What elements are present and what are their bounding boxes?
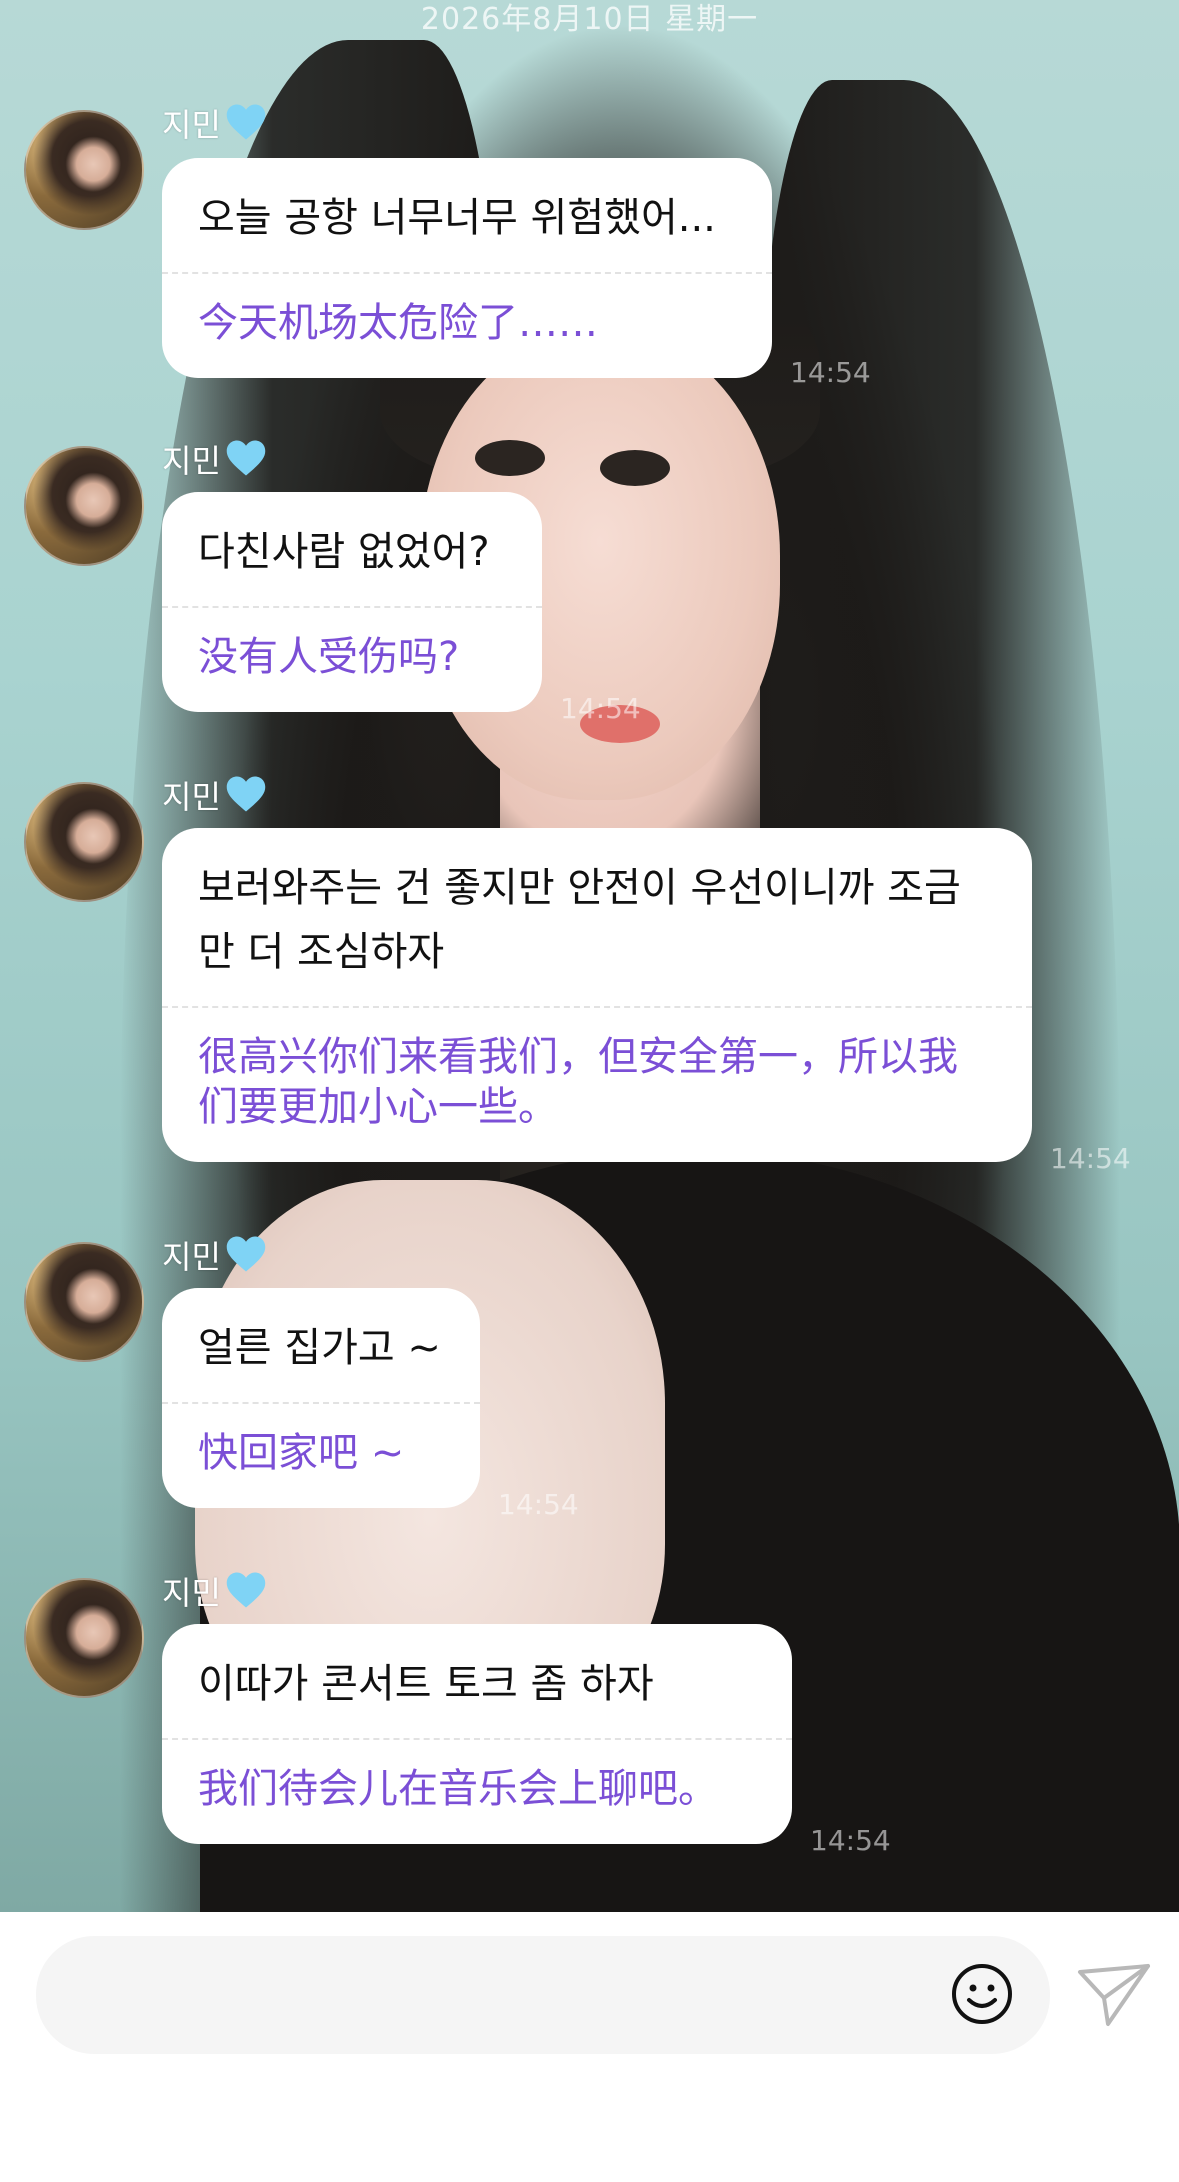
message-bubble[interactable]: 보러와주는 건 좋지만 안전이 우선이니까 조금만 더 조심하자 很高兴你们来看… [162,828,1032,1162]
sender-name: 지민 [162,1568,267,1614]
wallpaper-eye-right [600,450,670,486]
smiley-face-icon[interactable] [950,1962,1014,2026]
wallpaper-eye-left [475,440,545,476]
sender-name: 지민 [162,772,267,818]
light-blue-heart-icon [226,776,266,812]
message-text-translation: 很高兴你们来看我们，但安全第一，所以我们要更加小心一些。 [198,1034,958,1130]
message-text-korean: 이따가 콘서트 토크 좀 하자 [198,1661,654,1707]
light-blue-heart-icon [226,1236,266,1272]
sender-name: 지민 [162,1232,267,1278]
light-blue-heart-icon [226,104,266,140]
sender-name-label: 지민 [162,106,221,144]
avatar[interactable] [24,446,144,566]
sender-name-label: 지민 [162,1574,221,1612]
sender-name-label: 지민 [162,1238,221,1276]
message-input[interactable] [36,1936,1050,2054]
message-text-korean: 다친사람 없었어? [198,529,490,575]
message-bubble[interactable]: 이따가 콘서트 토크 좀 하자 我们待会儿在音乐会上聊吧。 [162,1624,792,1844]
sender-name: 지민 [162,436,267,482]
message-bubble[interactable]: 다친사람 없었어? 没有人受伤吗? [162,492,542,712]
chat-area[interactable]: 2026年8月10日 星期一 지민 오늘 공항 너무너무 위험했어... 今天机… [0,0,1179,1912]
message-text-translation: 快回家吧 ~ [198,1430,405,1476]
message-composer [0,1912,1179,2182]
avatar[interactable] [24,1578,144,1698]
light-blue-heart-icon [226,1572,266,1608]
message-bubble[interactable]: 오늘 공항 너무너무 위험했어... 今天机场太危险了…… [162,158,772,378]
message-text-korean: 오늘 공항 너무너무 위험했어... [198,195,716,241]
message-text-translation: 我们待会儿在音乐会上聊吧。 [198,1766,718,1812]
message-timestamp: 14:54 [790,356,871,389]
sender-name-label: 지민 [162,778,221,816]
message-text-korean: 보러와주는 건 좋지만 안전이 우선이니까 조금만 더 조심하자 [198,865,961,975]
message-timestamp: 14:54 [810,1824,891,1857]
message-text-translation: 没有人受伤吗? [198,634,460,680]
date-separator: 2026年8月10日 星期一 [420,2,759,37]
message-bubble[interactable]: 얼른 집가고 ~ 快回家吧 ~ [162,1288,480,1508]
message-timestamp: 14:54 [560,692,641,725]
message-timestamp: 14:54 [1050,1142,1131,1175]
message-text-translation: 今天机场太危险了…… [198,300,598,346]
paper-plane-send-icon[interactable] [1076,1962,1152,2028]
avatar[interactable] [24,1242,144,1362]
message-text-korean: 얼른 집가고 ~ [198,1325,441,1371]
avatar[interactable] [24,782,144,902]
message-timestamp: 14:54 [498,1488,579,1521]
light-blue-heart-icon [226,440,266,476]
sender-name-label: 지민 [162,442,221,480]
sender-name: 지민 [162,100,267,146]
avatar[interactable] [24,110,144,230]
